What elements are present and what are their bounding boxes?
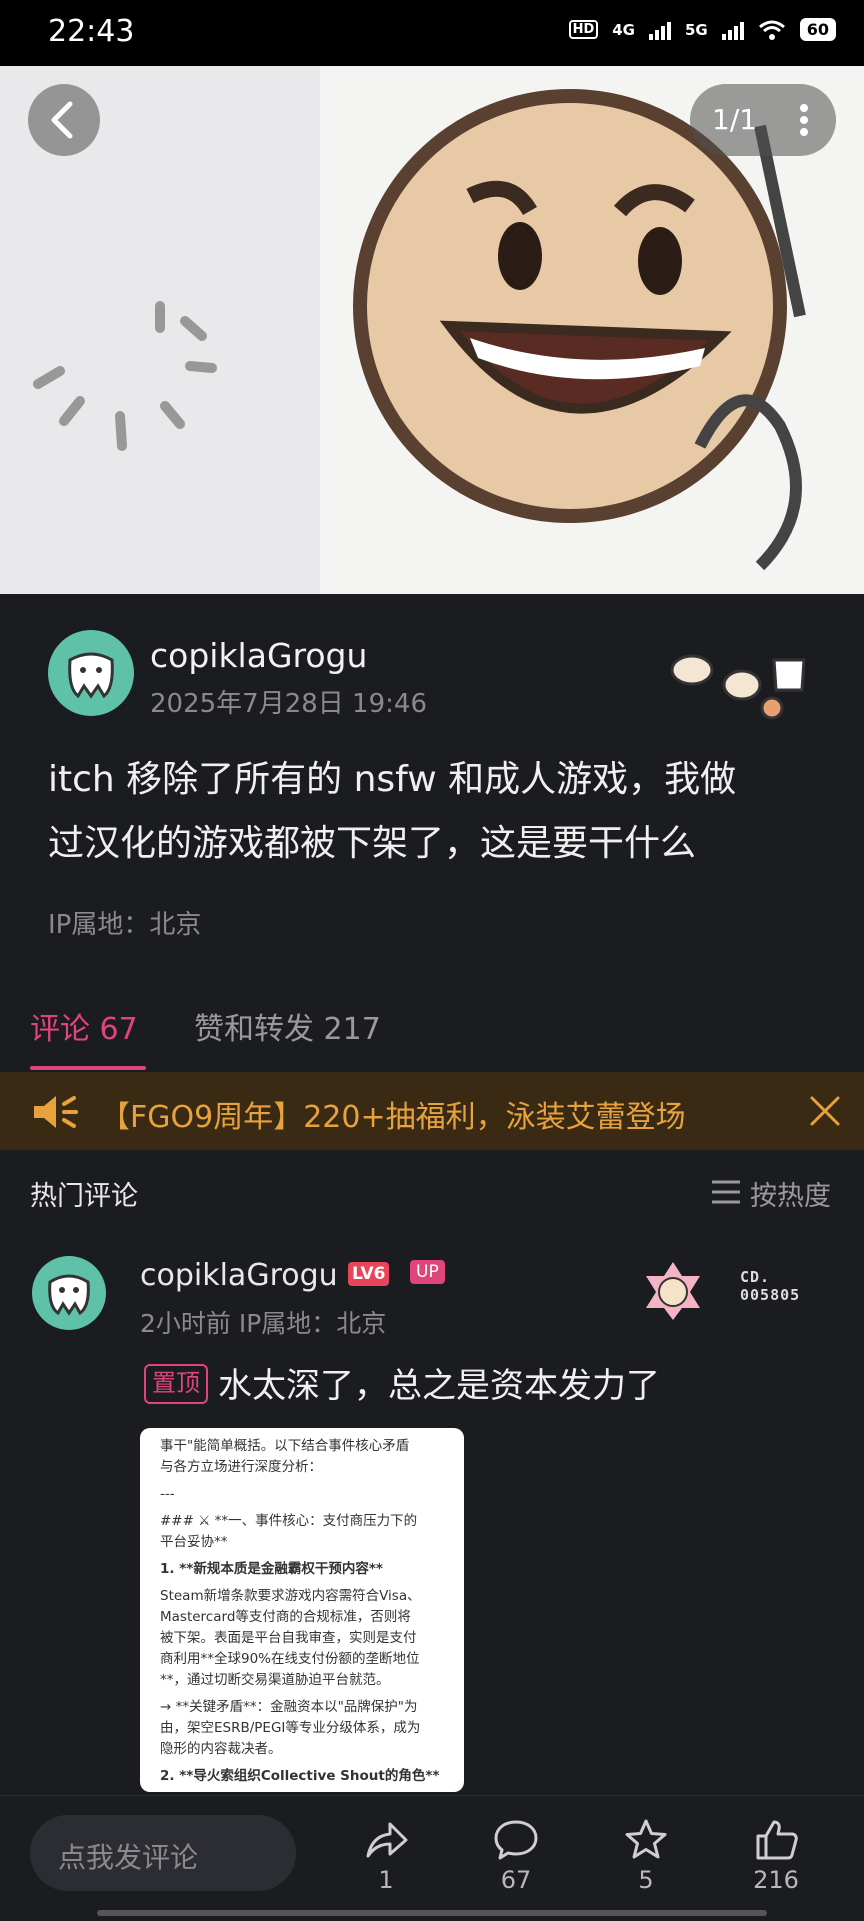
post-text-line1: itch 移除了所有的 nsfw 和成人游戏，我做: [48, 759, 737, 800]
wifi-icon: [758, 20, 785, 40]
fan-number: CD. 005805: [740, 1268, 800, 1304]
favorite-button[interactable]: 5: [606, 1818, 686, 1894]
comment-count: 67: [500, 1866, 532, 1894]
comment-image[interactable]: 事干"能简单概括。以下结合事件核心矛盾 与各方立场进行深度分析： --- ###…: [140, 1428, 464, 1792]
close-icon[interactable]: [808, 1094, 842, 1128]
share-count: 1: [378, 1866, 394, 1894]
comment-bubble-icon: [494, 1820, 538, 1860]
image-text-line: Steam新增条款要求游戏内容需符合Visa、: [160, 1588, 421, 1604]
level-badge: LV6: [348, 1262, 390, 1286]
fan-badge-icon[interactable]: [640, 1258, 706, 1324]
post-date: 2025年7月28日 19:46: [150, 689, 427, 719]
image-text-line: 事干"能简单概括。以下结合事件核心矛盾: [160, 1438, 410, 1454]
signal-5g-icon: [721, 20, 744, 40]
more-vertical-icon: [800, 104, 808, 136]
image-text-line: → **关键矛盾**：金融资本以"品牌保护"为: [160, 1699, 418, 1715]
tooth-avatar-icon: [68, 652, 114, 699]
hot-comments-title: 热门评论: [30, 1181, 138, 1212]
thumbs-up-icon: [756, 1820, 798, 1860]
comment-input-placeholder[interactable]: 点我发评论: [58, 1836, 198, 1876]
like-count: 216: [753, 1866, 799, 1894]
post-text-line2: 过汉化的游戏都被下架了，这是要干什么: [48, 823, 697, 864]
star-icon: [625, 1819, 667, 1859]
image-text-line: **，通过切断交易渠道胁迫平台就范。: [160, 1672, 390, 1688]
image-text-line: 隐形的内容裁决者。: [160, 1741, 282, 1757]
net-4g-label: 4G: [612, 20, 635, 39]
image-text-line: 2. **导火索组织Collective Shout的角色**: [160, 1768, 440, 1784]
image-text-line: 由，架空ESRB/PEGI等专业分级体系，成为: [160, 1720, 421, 1736]
share-button[interactable]: 1: [346, 1818, 426, 1894]
chevron-left-icon: [51, 101, 73, 139]
decoration-sticker-icon: [670, 654, 806, 720]
image-text-line: 商利用**全球90%在线支付份额的垄断地位: [160, 1651, 420, 1667]
sort-icon[interactable]: [710, 1178, 742, 1206]
like-button[interactable]: 216: [736, 1818, 816, 1894]
status-time: 22:43: [48, 14, 135, 49]
share-icon: [366, 1822, 408, 1858]
tooth-avatar-icon: [48, 1274, 90, 1316]
banner-text[interactable]: 【FGO9周年】220+抽福利，泳装艾蕾登场: [100, 1092, 686, 1136]
author-avatar[interactable]: [48, 630, 134, 716]
post-ip-location: IP属地：北京: [48, 910, 202, 940]
hd-icon: HD: [568, 20, 599, 39]
image-text-line: ### ⚔ **一、事件核心：支付商压力下的: [160, 1513, 418, 1529]
pinned-badge: 置顶: [144, 1364, 208, 1404]
back-button[interactable]: [28, 84, 100, 156]
author-name[interactable]: copiklaGrogu: [150, 636, 367, 675]
tab-comments[interactable]: 评论 67: [30, 1004, 138, 1048]
speaker-icon: [34, 1096, 78, 1128]
comment-button[interactable]: 67: [476, 1818, 556, 1894]
up-badge: UP: [410, 1260, 445, 1284]
post-content: itch 移除了所有的 nsfw 和成人游戏，我做 过汉化的游戏都被下架了，这是…: [48, 748, 828, 876]
fan-number-value: 005805: [740, 1286, 801, 1304]
image-text-line: 被下架。表面是平台自我审查，实则是支付: [160, 1630, 417, 1646]
status-icons: HD 4G 5G 60: [568, 18, 836, 41]
comment-meta: 2小时前 IP属地：北京: [140, 1309, 387, 1338]
favorite-count: 5: [638, 1866, 654, 1894]
tab-active-indicator: [30, 1066, 146, 1070]
tab-likes-reposts[interactable]: 赞和转发 217: [194, 1004, 381, 1048]
comment-avatar[interactable]: [32, 1256, 106, 1330]
battery-icon: 60: [799, 18, 836, 41]
image-text-line: ---: [160, 1486, 175, 1502]
page-indicator: 1/1: [712, 103, 758, 136]
image-text-line: 与各方立场进行深度分析：: [160, 1459, 322, 1475]
image-text-line: 平台妥协**: [160, 1534, 228, 1550]
comment-author[interactable]: copiklaGrogu: [140, 1258, 338, 1293]
comment-text: 水太深了，总之是资本发力了: [218, 1366, 660, 1406]
image-text-line: Mastercard等支付商的合规标准，否则将: [160, 1609, 411, 1625]
net-5g-label: 5G: [684, 20, 708, 39]
sort-button[interactable]: 按热度: [750, 1174, 831, 1213]
image-text-line: 1. **新规本质是金融霸权干预内容**: [160, 1561, 383, 1577]
signal-4g-icon: [648, 20, 671, 40]
gesture-home-bar[interactable]: [97, 1910, 767, 1916]
fan-number-label: CD.: [740, 1268, 771, 1286]
